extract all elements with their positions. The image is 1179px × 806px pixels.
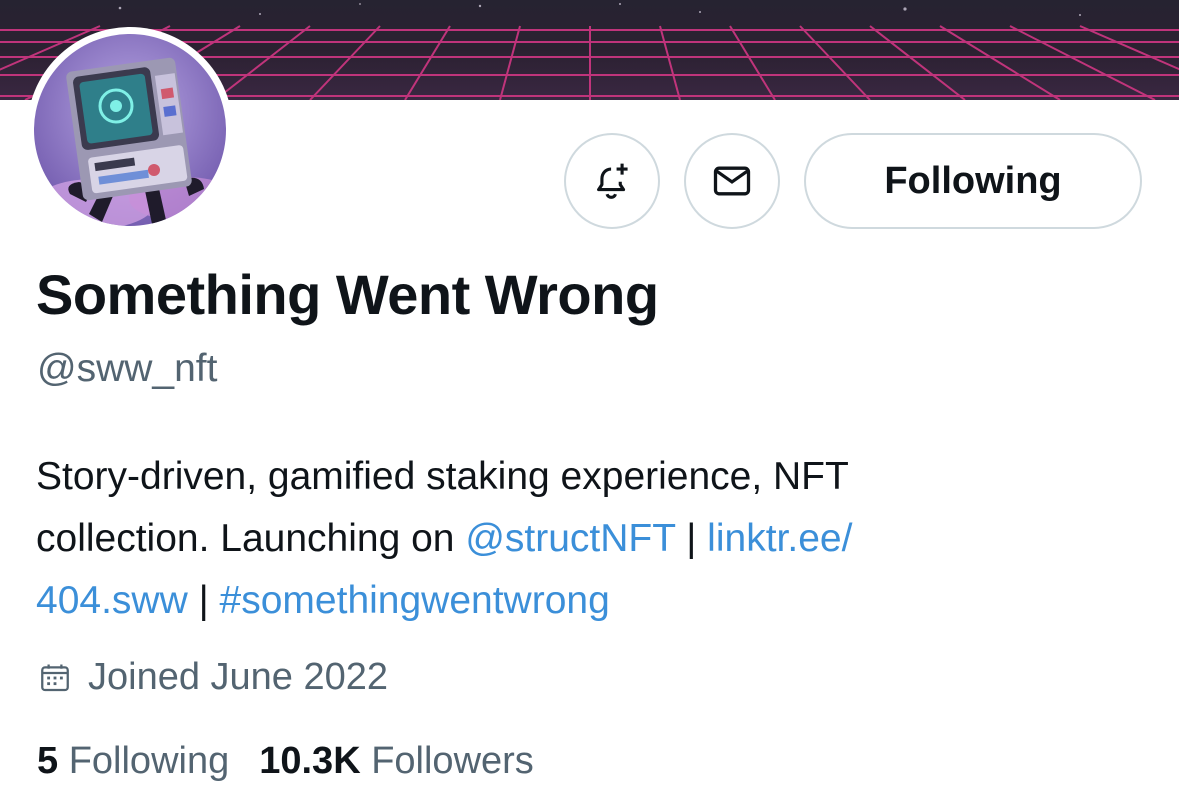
following-label: Following bbox=[68, 740, 230, 782]
linktree-link-part1[interactable]: linktr.ee/ bbox=[707, 517, 852, 560]
bell-plus-icon bbox=[597, 163, 628, 199]
profile-avatar[interactable] bbox=[27, 27, 233, 233]
bio-line-3: 404.sww | #somethingwentwrong bbox=[36, 570, 1136, 632]
profile-bio: Story-driven, gamified staking experienc… bbox=[36, 446, 1136, 632]
hashtag-link[interactable]: #somethingwentwrong bbox=[220, 579, 610, 622]
profile-display-name: Something Went Wrong bbox=[36, 263, 659, 326]
mention-link[interactable]: @structNFT bbox=[465, 517, 675, 560]
bio-line-1: Story-driven, gamified staking experienc… bbox=[36, 455, 849, 498]
joined-text: Joined June 2022 bbox=[88, 656, 389, 698]
following-count: 5 bbox=[37, 740, 59, 782]
message-button[interactable] bbox=[684, 133, 780, 229]
bio-separator: | bbox=[187, 579, 220, 622]
bio-line-2: collection. Launching on @structNFT | li… bbox=[36, 508, 1136, 570]
avatar-robot-tv-image bbox=[34, 34, 226, 226]
bio-separator: | bbox=[675, 517, 708, 560]
following-button[interactable]: Following bbox=[804, 133, 1142, 229]
followers-label: Followers bbox=[371, 740, 534, 782]
linktree-link-part2[interactable]: 404.sww bbox=[36, 579, 188, 622]
calendar-icon bbox=[41, 664, 69, 691]
envelope-icon bbox=[713, 166, 751, 196]
bio-text: collection. Launching on bbox=[36, 517, 466, 560]
profile-stats: 5 Following 10.3K Followers bbox=[37, 740, 564, 783]
following-count-link[interactable]: 5 Following bbox=[37, 740, 229, 783]
followers-count: 10.3K bbox=[259, 740, 361, 782]
profile-joined-date: Joined June 2022 bbox=[38, 656, 388, 699]
following-button-label: Following bbox=[884, 159, 1062, 202]
profile-handle: @sww_nft bbox=[37, 347, 218, 390]
notify-button[interactable] bbox=[564, 133, 660, 229]
followers-count-link[interactable]: 10.3K Followers bbox=[259, 740, 534, 783]
